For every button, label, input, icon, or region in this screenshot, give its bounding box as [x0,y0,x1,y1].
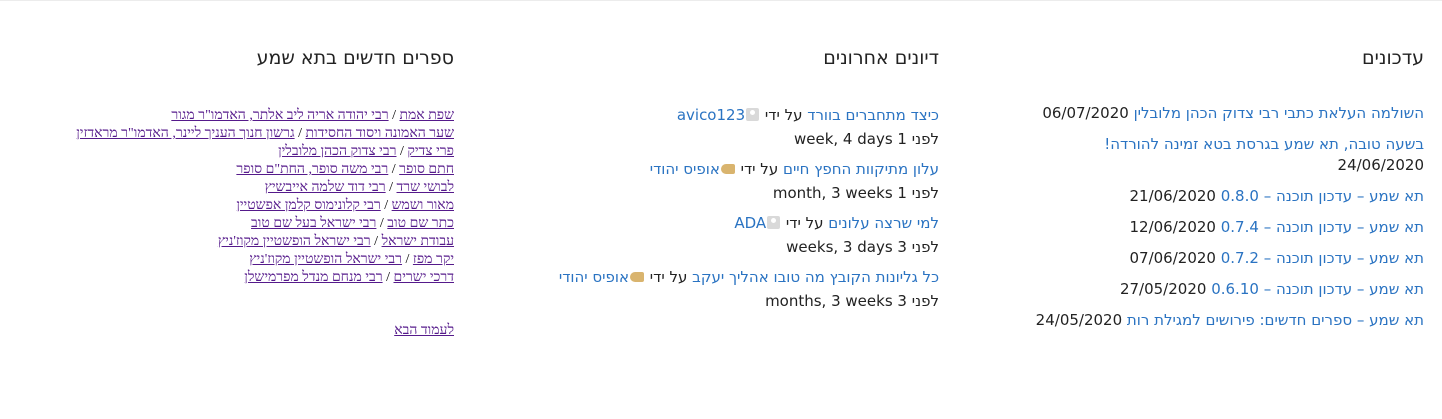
books-list: שפת אמת / רבי יהודה אריה ליב אלתר, האדמו… [54,107,454,287]
update-item: תא שמע – עדכון תוכנה – 0.7.4 12/06/2020 [969,217,1425,238]
book-link[interactable]: פרי צדיק [407,144,454,159]
next-page-link[interactable]: לעמוד הבא [54,323,454,339]
book-item: פרי צדיק / רבי צדוק הכהן מלובלין [54,143,454,161]
discussion-link[interactable]: עלון מתיקוות החפץ חיים [783,160,939,178]
discussion-time: לפני 1 month, 3 weeks [772,184,939,202]
update-link[interactable]: תא שמע – עדכון תוכנה – 0.7.2 [1221,249,1424,267]
separator: / [386,270,390,285]
discussion-link[interactable]: כל גליונות הקובץ מה טובו אהליך יעקב [692,268,939,286]
discussion-time: לפני 3 weeks, 3 days [786,238,939,256]
discussion-time: לפני 1 week, 4 days [793,130,939,148]
book-item: לבושי שרד / רבי דוד שלמה אייבשיץ [54,179,454,197]
user-avatar-icon [767,216,781,229]
update-item: תא שמע – ספרים חדשים: פירושים למגילת רות… [969,310,1424,331]
book-link[interactable]: יקר מפז [413,252,454,267]
update-date: 24/05/2020 [1035,311,1123,329]
update-date: 07/06/2020 [1129,249,1216,267]
author-link[interactable]: רבי מנחם מנדל מפרמישלן [244,270,382,285]
separator: / [391,162,396,177]
book-item: כתר שם טוב / רבי ישראל בעל שם טוב [54,215,454,233]
book-item: יקר מפז / רבי ישראל הופשטיין מקוז'ניץ [54,251,454,269]
update-link[interactable]: תא שמע – ספרים חדשים: פירושים למגילת רות [1127,311,1424,329]
book-link[interactable]: עבודת ישראל [382,234,454,249]
author-link[interactable]: רבי ישראל הופשטיין מקוז'ניץ [249,252,402,267]
book-link[interactable]: שפת אמת [399,108,454,123]
updates-list: השולמה העלאת כתבי רבי צדוק הכהן מלובלין … [969,103,1424,331]
discussions-list: כיצד מתחברים בוורד על ידי avico123 לפני … [499,103,939,313]
separator: / [405,252,410,267]
update-date: 21/06/2020 [1129,187,1216,205]
separator: / [379,216,384,231]
update-link[interactable]: תא שמע – עדכון תוכנה – 0.8.0 [1221,187,1424,205]
discussion-user-link[interactable]: אופיס יהודי [650,160,720,178]
update-link[interactable]: בשעה טובה, תא שמע בגרסת בטא זמינה להורדה… [1104,135,1424,153]
update-item: תא שמע – עדכון תוכנה – 0.6.10 27/05/2020 [969,279,1424,300]
top-divider [0,0,1442,1]
hand-icon [720,164,735,174]
discussion-user-link[interactable]: ADA [734,214,766,232]
update-item: השולמה העלאת כתבי רבי צדוק הכהן מלובלין … [969,103,1424,124]
separator: / [389,180,394,195]
book-link[interactable]: מאור ושמש [392,198,454,213]
update-date: 27/05/2020 [1119,280,1207,298]
by-label: על ידי [740,160,779,178]
user-avatar-icon [746,108,760,121]
updates-column: עדכונים השולמה העלאת כתבי רבי צדוק הכהן … [969,46,1424,341]
book-link[interactable]: חתם סופר [399,162,454,177]
discussion-item: כל גליונות הקובץ מה טובו אהליך יעקב על י… [499,265,939,313]
hand-icon [630,272,644,282]
separator: / [384,198,389,213]
update-link[interactable]: תא שמע – עדכון תוכנה – 0.6.10 [1211,280,1424,298]
update-date: 24/06/2020 [1337,156,1424,174]
update-item: בשעה טובה, תא שמע בגרסת בטא זמינה להורדה… [969,134,1424,176]
book-item: שפת אמת / רבי יהודה אריה ליב אלתר, האדמו… [54,107,454,125]
separator: / [298,126,302,141]
book-link[interactable]: לבושי שרד [397,180,454,195]
update-item: תא שמע – עדכון תוכנה – 0.7.2 07/06/2020 [969,248,1425,269]
separator: / [399,144,404,159]
discussion-time: לפני 3 months, 3 weeks [765,292,939,310]
book-item: עבודת ישראל / רבי ישראל הופשטיין מקוז'ני… [54,233,454,251]
discussion-item: עלון מתיקוות החפץ חיים על ידי אופיס יהוד… [499,157,939,205]
update-link[interactable]: תא שמע – עדכון תוכנה – 0.7.4 [1221,218,1424,236]
author-link[interactable]: רבי ישראל הופשטיין מקוז'ניץ [218,234,371,249]
book-item: שער האמונה ויסוד החסידות / גרשון חנוך הע… [54,125,454,143]
author-link[interactable]: רבי צדוק הכהן מלובלין [278,144,396,159]
discussions-column: דיונים אחרונים כיצד מתחברים בוורד על ידי… [499,46,939,319]
discussion-user-link[interactable]: avico123 [677,106,745,124]
discussion-user-link[interactable]: אופיס יהודי [559,268,629,286]
discussion-link[interactable]: כיצד מתחברים בוורד [807,106,939,124]
author-link[interactable]: גרשון חנוך העניך ליינר, האדמו"ר מראדזין [76,126,294,141]
book-link[interactable]: שער האמונה ויסוד החסידות [305,126,454,141]
updates-heading: עדכונים [1362,47,1424,69]
author-link[interactable]: רבי ישראל בעל שם טוב [251,216,376,231]
book-item: מאור ושמש / רבי קלונימוס קלמן אפשטיין [54,197,454,215]
by-label: על ידי [649,268,688,286]
separator: / [374,234,379,249]
discussions-heading: דיונים אחרונים [823,47,939,69]
new-books-column: ספרים חדשים בתא שמע שפת אמת / רבי יהודה … [54,46,454,339]
author-link[interactable]: רבי דוד שלמה אייבשיץ [265,180,386,195]
update-date: 12/06/2020 [1129,218,1216,236]
separator: / [392,108,396,123]
update-item: תא שמע – עדכון תוכנה – 0.8.0 21/06/2020 [969,186,1425,207]
author-link[interactable]: רבי יהודה אריה ליב אלתר, האדמו"ר מגור [171,108,388,123]
by-label: על ידי [764,106,803,124]
discussion-item: כיצד מתחברים בוורד על ידי avico123 לפני … [499,103,939,151]
discussion-link[interactable]: למי שרצה עלונים [828,214,939,232]
discussion-item: למי שרצה עלונים על ידי ADA לפני 3 weeks,… [499,211,939,259]
new-books-heading: ספרים חדשים בתא שמע [256,47,454,69]
update-date: 06/07/2020 [1042,104,1129,122]
by-label: על ידי [785,214,824,232]
author-link[interactable]: רבי משה סופר, החת"ם סופר [236,162,388,177]
book-item: חתם סופר / רבי משה סופר, החת"ם סופר [54,161,454,179]
update-link[interactable]: השולמה העלאת כתבי רבי צדוק הכהן מלובלין [1134,104,1424,122]
book-link[interactable]: כתר שם טוב [387,216,454,231]
author-link[interactable]: רבי קלונימוס קלמן אפשטיין [236,198,380,213]
book-link[interactable]: דרכי ישרים [394,270,455,285]
book-item: דרכי ישרים / רבי מנחם מנדל מפרמישלן [54,269,454,287]
